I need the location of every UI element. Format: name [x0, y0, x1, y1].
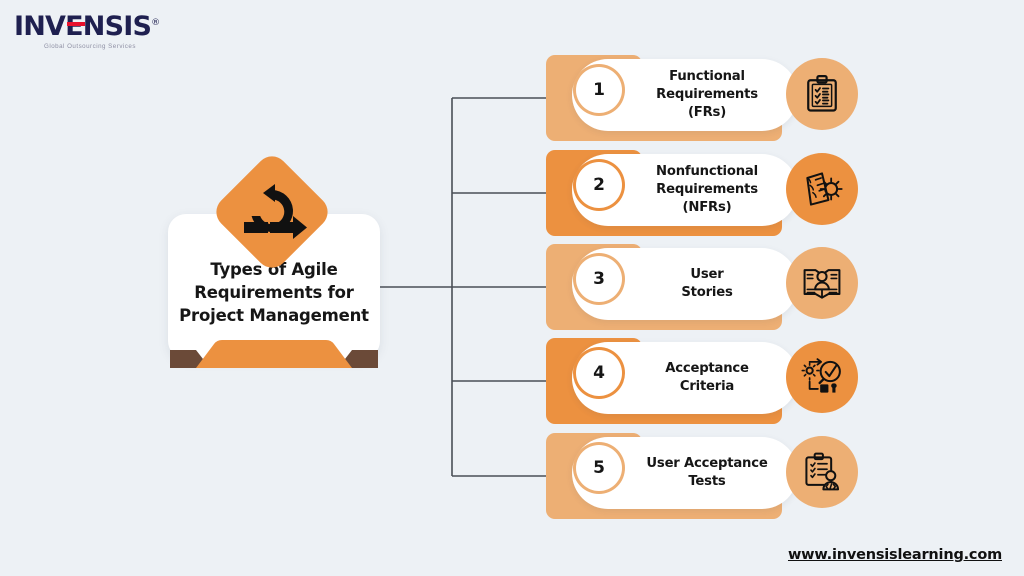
- connector-lines: [380, 97, 548, 477]
- row-label: User Stories: [681, 267, 733, 300]
- list-item[interactable]: 5 User Acceptance Tests: [546, 433, 858, 519]
- logo-accent-bar: [67, 22, 85, 26]
- list-item[interactable]: 3 User Stories: [546, 244, 858, 330]
- clipboard-checklist-icon: [786, 58, 858, 130]
- row-label: Acceptance Criteria: [665, 361, 749, 394]
- list-item[interactable]: 2 Nonfunctional Requirements (NFRs): [546, 150, 858, 236]
- notepad-gear-icon: [786, 153, 858, 225]
- row-number-badge: 2: [576, 162, 622, 208]
- row-number-badge: 1: [576, 67, 622, 113]
- row-label: Nonfunctional Requirements (NFRs): [656, 164, 758, 215]
- agile-sprint-cycle-icon: [244, 184, 307, 239]
- invensis-logo: INVENSIS® Global Outsourcing Services: [14, 8, 160, 52]
- clipboard-user-code-icon: [786, 436, 858, 508]
- row-number-badge: 3: [576, 256, 622, 302]
- row-number-badge: 5: [576, 445, 622, 491]
- list-item[interactable]: 1 Functional Requirements (FRs): [546, 55, 858, 141]
- list-item[interactable]: 4 Acceptance Criteria: [546, 338, 858, 424]
- logo-text: INVENSIS: [14, 11, 152, 42]
- row-label: User Acceptance Tests: [646, 456, 768, 489]
- page-title: Types of Agile Requirements for Project …: [179, 260, 369, 325]
- logo-tagline: Global Outsourcing Services: [44, 43, 136, 50]
- center-ribbon: [170, 340, 378, 368]
- row-label: Functional Requirements (FRs): [656, 69, 758, 120]
- gear-checkmark-magnifier-icon: [786, 341, 858, 413]
- row-number-badge: 4: [576, 350, 622, 396]
- registered-trademark-icon: ®: [151, 18, 160, 28]
- open-book-user-icon: [786, 247, 858, 319]
- website-url[interactable]: www.invensislearning.com: [788, 547, 1002, 563]
